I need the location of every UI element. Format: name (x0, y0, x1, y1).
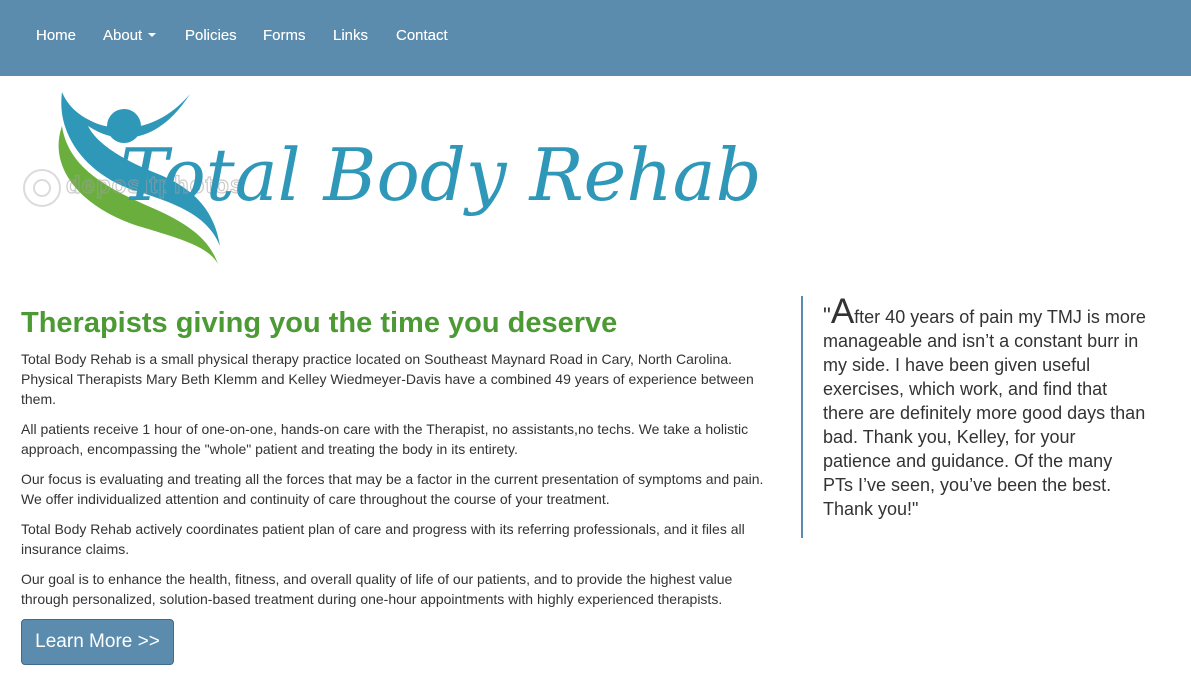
nav-forms[interactable]: Forms (263, 26, 306, 46)
care-paragraph: All patients receive 1 hour of one-on-on… (21, 421, 749, 457)
focus-paragraph: Our focus is evaluating and treating all… (21, 471, 764, 507)
nav-home[interactable]: Home (36, 26, 76, 46)
nav-contact[interactable]: Contact (396, 26, 448, 46)
top-navbar: Home About Policies Forms Links Contact (0, 0, 1191, 76)
intro-paragraph: Total Body Rehab is a small physical the… (21, 351, 754, 407)
coordination-paragraph: Total Body Rehab actively coordinates pa… (21, 521, 745, 557)
testimonial-body: "After 40 years of pain my TMJ is more m… (823, 294, 1146, 521)
quote-open-mark: " (823, 303, 831, 328)
nav-about[interactable]: About (103, 26, 157, 46)
learn-more-button[interactable]: Learn More >> (21, 619, 174, 665)
chevron-down-icon (148, 33, 157, 38)
page-headline: Therapists giving you the time you deser… (21, 307, 618, 339)
nav-about-label: About (103, 27, 143, 44)
logo-wordmark: Total Body Rehab (120, 133, 762, 217)
nav-policies[interactable]: Policies (185, 26, 237, 46)
nav-links[interactable]: Links (333, 26, 368, 46)
testimonial-quote: "After 40 years of pain my TMJ is more m… (801, 294, 1146, 538)
testimonial-text: fter 40 years of pain my TMJ is more man… (823, 307, 1146, 519)
quote-drop-letter: A (830, 292, 855, 331)
goal-paragraph: Our goal is to enhance the health, fitne… (21, 571, 733, 607)
